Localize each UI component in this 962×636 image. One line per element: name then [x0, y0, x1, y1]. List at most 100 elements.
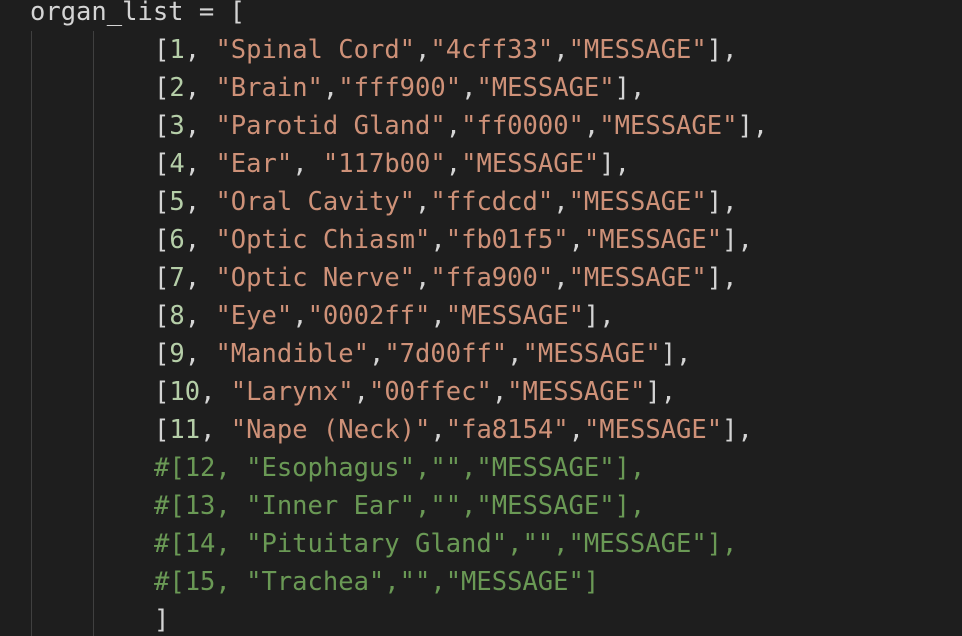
comma: , — [200, 415, 216, 445]
comma: , — [507, 339, 523, 369]
code-line-entry[interactable]: [2, "Brain","fff900","MESSAGE"], — [154, 69, 645, 107]
close-bracket: ], — [706, 187, 738, 217]
close-bracket: ], — [722, 415, 753, 445]
entry-name: "Larynx" — [230, 377, 354, 407]
comma: , — [353, 377, 369, 407]
code-line-entry[interactable]: [3, "Parotid Gland","ff0000","MESSAGE"], — [154, 107, 768, 145]
code-line-entry[interactable]: [4, "Ear", "117b00","MESSAGE"], — [154, 145, 630, 183]
entry-color: "fa8154" — [445, 415, 569, 445]
entry-name: "Eye" — [215, 301, 293, 331]
entry-color: "ff0000" — [461, 111, 584, 141]
code-line-entry[interactable]: [1, "Spinal Cord","4cff33","MESSAGE"], — [154, 31, 737, 69]
code-line-comment[interactable]: #[14, "Pituitary Gland","","MESSAGE"], — [154, 525, 737, 563]
entry-message: "MESSAGE" — [568, 263, 707, 293]
open-bracket: [ — [154, 339, 170, 369]
comma: , — [200, 377, 216, 407]
comma: , — [583, 111, 600, 141]
code-line-entry[interactable]: [7, "Optic Nerve","ffa900","MESSAGE"], — [154, 259, 737, 297]
comma: , — [292, 149, 323, 179]
entry-message: "MESSAGE" — [599, 111, 738, 141]
entry-color: "fff900" — [338, 73, 462, 103]
comma: , — [415, 35, 431, 65]
comma: , — [322, 73, 339, 103]
entry-id: 1 — [169, 35, 185, 65]
entry-id: 11 — [169, 415, 201, 445]
entry-color: "4cff33" — [430, 35, 554, 65]
code-line-comment[interactable]: #[13, "Inner Ear","","MESSAGE"], — [154, 487, 645, 525]
comma: , — [430, 415, 446, 445]
close-bracket: ], — [583, 301, 615, 331]
entry-message: "MESSAGE" — [583, 415, 723, 445]
code-line-entry[interactable]: [9, "Mandible","7d00ff","MESSAGE"], — [154, 335, 691, 373]
open-bracket: [ — [154, 111, 170, 141]
comma: , — [553, 35, 569, 65]
comma: , — [368, 339, 385, 369]
code-line-closing[interactable]: ] — [154, 601, 169, 636]
close-bracket: ] — [154, 605, 170, 635]
comma: , — [553, 263, 569, 293]
entry-message: "MESSAGE" — [445, 301, 584, 331]
close-bracket: ], — [706, 263, 738, 293]
entry-message: "MESSAGE" — [461, 149, 600, 179]
close-bracket: ], — [706, 35, 738, 65]
close-bracket: ], — [599, 149, 630, 179]
entry-id: 10 — [169, 377, 201, 407]
comma: , — [568, 225, 584, 255]
comma: , — [430, 225, 446, 255]
comma: , — [184, 149, 201, 179]
comma: , — [184, 187, 201, 217]
entry-name: "Parotid Gland" — [215, 111, 446, 141]
code-line-declaration[interactable]: organ_list = [ — [30, 0, 245, 31]
entry-message: "MESSAGE" — [583, 225, 723, 255]
code-line-entry[interactable]: [8, "Eye","0002ff","MESSAGE"], — [154, 297, 615, 335]
entry-color: "00ffec" — [368, 377, 492, 407]
entry-name: "Optic Nerve" — [215, 263, 416, 293]
comma: , — [184, 301, 201, 331]
code-line-entry[interactable]: [6, "Optic Chiasm","fb01f5","MESSAGE"], — [154, 221, 753, 259]
comma: , — [415, 187, 431, 217]
entry-id: 5 — [169, 187, 185, 217]
comment-text: #[14, "Pituitary Gland","","MESSAGE"], — [154, 529, 738, 559]
entry-color: "ffcdcd" — [430, 187, 554, 217]
open-bracket: [ — [154, 263, 170, 293]
comma: , — [553, 187, 569, 217]
comment-text: #[13, "Inner Ear","","MESSAGE"], — [154, 491, 646, 521]
open-bracket: [ — [154, 35, 170, 65]
entry-color: "fb01f5" — [445, 225, 569, 255]
open-bracket: [ — [154, 415, 170, 445]
code-line-entry[interactable]: [11, "Nape (Neck)","fa8154","MESSAGE"], — [154, 411, 753, 449]
code-line-entry[interactable]: [10, "Larynx","00ffec","MESSAGE"], — [154, 373, 676, 411]
comma: , — [184, 73, 201, 103]
entry-id: 3 — [169, 111, 185, 141]
entry-id: 4 — [169, 149, 185, 179]
entry-name: "Spinal Cord" — [215, 35, 416, 65]
entry-id: 7 — [169, 263, 185, 293]
comma: , — [184, 339, 201, 369]
entry-id: 6 — [169, 225, 185, 255]
code-editor[interactable]: organ_list = [ [1, "Spinal Cord","4cff33… — [0, 0, 962, 636]
code-line-comment[interactable]: #[15, "Trachea","","MESSAGE"] — [154, 563, 599, 601]
close-bracket: ], — [614, 73, 646, 103]
entry-id: 9 — [169, 339, 185, 369]
close-bracket: ], — [737, 111, 769, 141]
entry-message: "MESSAGE" — [476, 73, 615, 103]
entry-message: "MESSAGE" — [522, 339, 661, 369]
open-bracket: [ — [154, 301, 170, 331]
comment-text: #[15, "Trachea","","MESSAGE"] — [154, 567, 600, 597]
entry-name: "Mandible" — [215, 339, 369, 369]
open-bracket: [ — [154, 377, 170, 407]
entry-color: "7d00ff" — [384, 339, 508, 369]
variable-name: organ_list — [30, 0, 184, 27]
close-bracket: ], — [722, 225, 753, 255]
entry-name: "Brain" — [215, 73, 323, 103]
code-line-entry[interactable]: [5, "Oral Cavity","ffcdcd","MESSAGE"], — [154, 183, 737, 221]
comma: , — [292, 301, 308, 331]
comma: , — [415, 263, 431, 293]
close-bracket: ], — [660, 339, 692, 369]
code-line-comment[interactable]: #[12, "Esophagus","","MESSAGE"], — [154, 449, 645, 487]
